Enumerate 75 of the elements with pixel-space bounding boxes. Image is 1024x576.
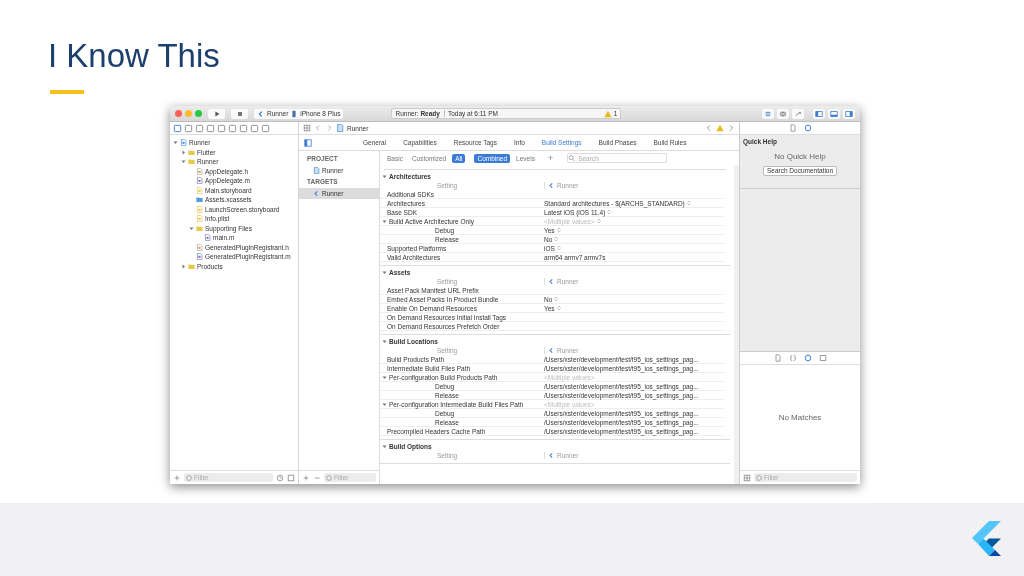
navigator-toggle-button[interactable] — [813, 108, 825, 119]
filter-icon — [325, 473, 333, 482]
stepper-icon[interactable] — [556, 245, 561, 251]
file-icon — [196, 167, 203, 175]
disclosure-triangle-icon[interactable] — [181, 149, 186, 155]
stepper-icon[interactable] — [556, 305, 561, 311]
circle-icon[interactable] — [803, 354, 812, 362]
file-icon — [196, 215, 203, 223]
disclosure-triangle-icon[interactable] — [382, 339, 387, 344]
file-icon — [336, 124, 344, 132]
chevron-icon — [548, 278, 555, 285]
add-setting-button[interactable]: + — [544, 153, 557, 163]
chevron-icon — [548, 452, 555, 459]
lines-icon — [764, 109, 772, 118]
chevron-icon — [257, 109, 265, 118]
version-editor-button[interactable] — [792, 108, 804, 119]
forward-icon[interactable] — [727, 124, 735, 132]
minimize-button[interactable] — [185, 110, 192, 117]
accent-bar — [50, 90, 84, 94]
disclosure-triangle-icon[interactable] — [181, 263, 186, 269]
filter-icon — [755, 473, 763, 482]
stepper-icon[interactable] — [556, 227, 561, 233]
empty-message: No Matches — [778, 413, 822, 422]
help-icon[interactable] — [803, 124, 812, 132]
slide-title: I Know This — [48, 36, 221, 76]
disclosure-triangle-icon[interactable] — [189, 225, 194, 231]
clock-icon[interactable] — [276, 473, 284, 482]
braces-icon[interactable] — [788, 354, 797, 362]
debug-area-toggle-button[interactable] — [828, 108, 840, 119]
disclosure-triangle-icon[interactable] — [181, 159, 186, 165]
file-icon — [196, 253, 203, 261]
stepper-icon[interactable] — [607, 209, 612, 215]
assistant-editor-button[interactable] — [777, 108, 789, 119]
file-icon — [313, 167, 320, 174]
empty-message: No Quick Help — [774, 152, 826, 161]
arrows-icon — [794, 109, 802, 118]
stepper-icon[interactable] — [686, 200, 691, 206]
add-icon[interactable] — [302, 473, 310, 482]
disclosure-triangle-icon[interactable] — [382, 174, 387, 179]
stepper-icon[interactable] — [596, 218, 601, 224]
add-icon[interactable] — [173, 473, 181, 482]
disclosure-triangle-icon[interactable] — [382, 218, 387, 224]
disclosure-triangle-icon[interactable] — [382, 401, 387, 407]
stop-icon — [235, 109, 244, 118]
left-panel-icon — [815, 109, 823, 118]
back-icon[interactable] — [705, 124, 713, 132]
chevron-icon — [313, 190, 320, 197]
stepper-icon[interactable] — [554, 236, 559, 242]
back-icon[interactable] — [314, 124, 322, 132]
run-button[interactable] — [208, 108, 225, 119]
phone-icon — [290, 109, 299, 118]
zoom-button[interactable] — [195, 110, 202, 117]
stepper-icon[interactable] — [554, 296, 559, 302]
forward-icon[interactable] — [325, 124, 333, 132]
close-button[interactable] — [175, 110, 182, 117]
stop-button[interactable] — [231, 108, 248, 119]
filter-icon — [185, 473, 193, 482]
file-icon — [196, 205, 203, 213]
chevron-icon — [548, 182, 555, 189]
file-icon[interactable] — [773, 354, 782, 362]
inspector-toggle-button[interactable] — [843, 108, 855, 119]
file-icon[interactable] — [788, 124, 797, 132]
bottom-panel-icon — [830, 109, 838, 118]
disclosure-triangle-icon[interactable] — [173, 140, 178, 146]
square-icon[interactable] — [184, 123, 193, 133]
sidebar-toggle-icon[interactable] — [304, 138, 312, 147]
file-icon — [180, 139, 187, 147]
rings-icon — [779, 109, 787, 118]
disclosure-triangle-icon[interactable] — [382, 374, 387, 380]
chevron-icon — [548, 347, 555, 354]
right-panel-icon — [845, 109, 853, 118]
disclosure-triangle-icon[interactable] — [382, 270, 387, 275]
disclosure-triangle-icon[interactable] — [382, 444, 387, 449]
play-icon — [212, 109, 221, 118]
standard-editor-button[interactable] — [762, 108, 774, 119]
